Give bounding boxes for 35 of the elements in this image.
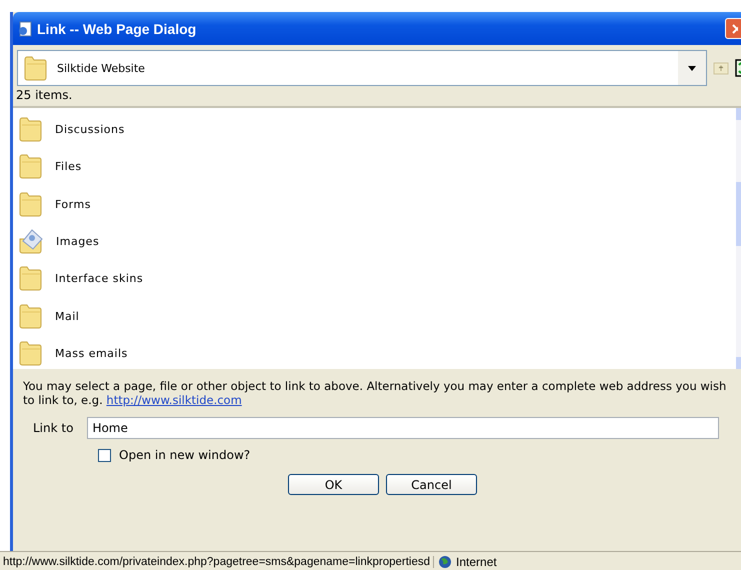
instruction-text: You may select a page, file or other object to link to above. Alternatively you may enter a complete web address you wish to link to, e.g. http://www.silktide.com xyxy=(23,379,728,407)
up-folder-button[interactable] xyxy=(713,61,729,75)
folder-icon xyxy=(19,266,42,292)
checkbox[interactable] xyxy=(98,448,111,462)
list-item[interactable]: Forms xyxy=(19,188,736,220)
window-title: Link -- Web Page Dialog xyxy=(37,20,196,36)
folder-icon xyxy=(19,117,42,142)
list-item[interactable]: Files xyxy=(19,151,736,183)
caret-icon xyxy=(688,66,696,70)
ok-button[interactable]: OK xyxy=(288,474,379,495)
checkbox-label: Open in new window? xyxy=(119,448,250,462)
cancel-button[interactable]: Cancel xyxy=(386,474,477,495)
folder-icon xyxy=(19,340,42,366)
folder-icon xyxy=(19,154,42,180)
page-icon xyxy=(17,20,33,36)
list-item[interactable]: Images xyxy=(19,226,736,258)
image-folder-icon xyxy=(19,228,43,254)
close-button[interactable] xyxy=(725,18,741,39)
list-item[interactable]: Interface skins xyxy=(19,263,736,294)
location-dropdown[interactable]: Silktide Website xyxy=(17,50,707,86)
zone-label: Internet xyxy=(456,554,497,568)
link[interactable]: http://www.silktide.com xyxy=(106,393,242,407)
link-field[interactable]: Home xyxy=(87,417,720,439)
item-count: 25 items. xyxy=(15,87,74,104)
close-icon xyxy=(732,24,738,34)
globe-icon xyxy=(438,554,452,568)
folder-icon xyxy=(19,192,42,217)
folder-icon xyxy=(19,304,42,329)
folder-up-icon xyxy=(713,61,729,75)
status-text: http://www.silktide.com/privateindex.php?pagetree=sms&pagename=linkpropertiesd xyxy=(0,556,434,568)
folder-icon xyxy=(24,56,47,80)
field-label: Link to xyxy=(33,421,74,435)
list-item[interactable]: Discussions xyxy=(19,114,736,146)
list-item[interactable]: Mass emails xyxy=(19,338,736,369)
list-item[interactable]: Mail xyxy=(19,300,736,332)
